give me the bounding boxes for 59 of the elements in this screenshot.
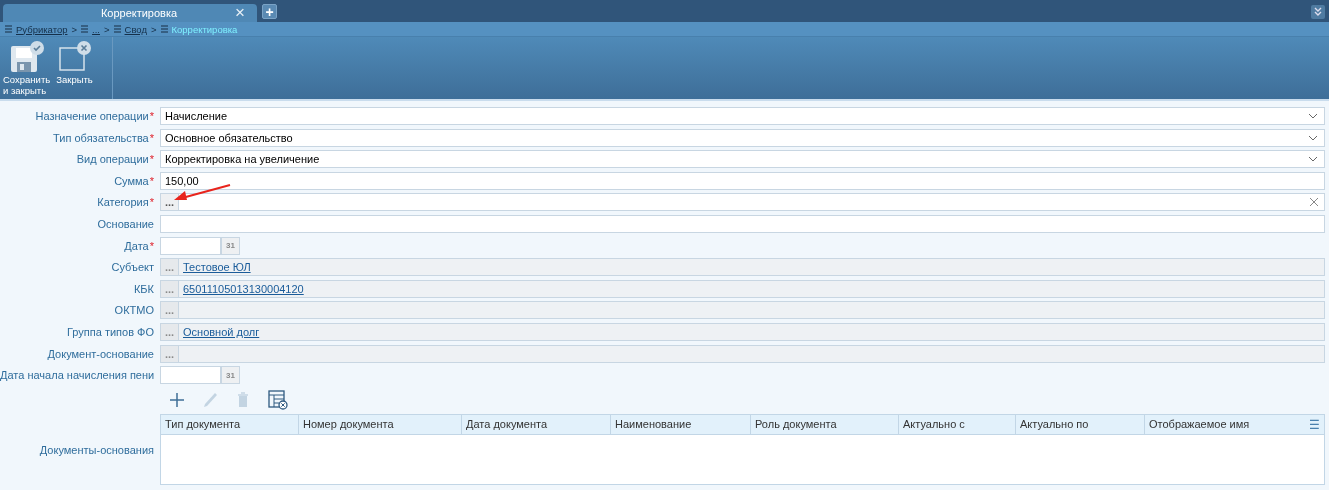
list-icon <box>160 25 168 33</box>
column-header[interactable]: Актуально по <box>1016 415 1145 435</box>
browse-button[interactable]: ... <box>161 194 179 211</box>
column-header[interactable]: Дата документа <box>462 415 611 435</box>
field-label: Дата начала начисления пени <box>0 369 156 382</box>
column-header[interactable]: Актуально с <box>899 415 1016 435</box>
dropdown-field[interactable]: Корректировка на увеличение <box>160 150 1325 169</box>
menu-icon[interactable]: ☰ <box>1309 417 1324 432</box>
field-label: Категория* <box>96 196 155 209</box>
list-icon <box>113 25 121 33</box>
date-field[interactable] <box>160 366 221 385</box>
lookup-field[interactable]: ... <box>160 193 1325 212</box>
current-page: Корректировка <box>171 23 238 35</box>
breadcrumb-separator: > <box>150 23 157 35</box>
save-close-button[interactable]: Сохранить и закрыть <box>2 40 52 96</box>
column-header[interactable]: Наименование <box>611 415 751 435</box>
calendar-button[interactable]: 31 <box>221 366 240 385</box>
list-icon <box>5 25 12 33</box>
field-label: Вид операции* <box>75 153 155 166</box>
field-label: Документы-основания <box>38 443 155 456</box>
chevron-icon <box>1308 134 1318 141</box>
column-header[interactable]: Тип документа <box>161 415 299 435</box>
close-icon[interactable]: × <box>235 4 257 22</box>
field-label: Субъект <box>110 261 155 274</box>
chevron-icon <box>1308 156 1318 163</box>
field-label: Документ-основание <box>46 347 155 360</box>
field-label: Тип обязательства* <box>52 131 155 144</box>
add-tab-button[interactable]: + <box>262 4 277 19</box>
field-label: ОКТМО <box>113 304 155 317</box>
dropdown-field[interactable]: Начисление <box>160 107 1325 125</box>
table-settings-icon[interactable] <box>268 389 288 410</box>
field-label: Дата* <box>123 239 155 252</box>
dropdown-field[interactable]: Основное обязательство <box>160 128 1325 147</box>
breadcrumb-link[interactable]: Рубрикатор <box>16 23 68 35</box>
field-label: Группа типов ФО <box>66 325 155 338</box>
field-label: КБК <box>132 282 155 295</box>
close-window-icon <box>56 40 93 74</box>
input-field[interactable] <box>160 214 1325 233</box>
document-tab[interactable]: Корректировка × <box>3 4 257 22</box>
breadcrumb-link[interactable]: ... <box>92 23 100 35</box>
date-field[interactable] <box>160 236 221 255</box>
calendar-button[interactable]: 31 <box>221 236 240 255</box>
column-header[interactable]: Номер документа <box>299 415 462 435</box>
breadcrumb-separator: > <box>71 23 78 35</box>
input-field[interactable]: 150,00 <box>160 171 1325 190</box>
chevron-icon <box>1308 113 1318 119</box>
column-header[interactable]: Отображаемое имя <box>1145 415 1309 435</box>
clear-icon[interactable] <box>1310 198 1318 207</box>
floppy-disk-icon <box>8 40 45 74</box>
field-label: Основание <box>96 217 155 230</box>
field-label: Сумма* <box>113 174 155 187</box>
close-button[interactable]: Закрыть <box>55 40 94 85</box>
collapse-icon[interactable] <box>1311 5 1325 19</box>
column-header[interactable]: Роль документа <box>751 415 899 435</box>
breadcrumb-link[interactable]: Свод <box>124 23 147 35</box>
breadcrumb-separator: > <box>103 23 110 35</box>
list-icon <box>81 25 89 33</box>
field-label: Назначение операции* <box>34 110 155 122</box>
add-icon[interactable] <box>169 391 185 408</box>
